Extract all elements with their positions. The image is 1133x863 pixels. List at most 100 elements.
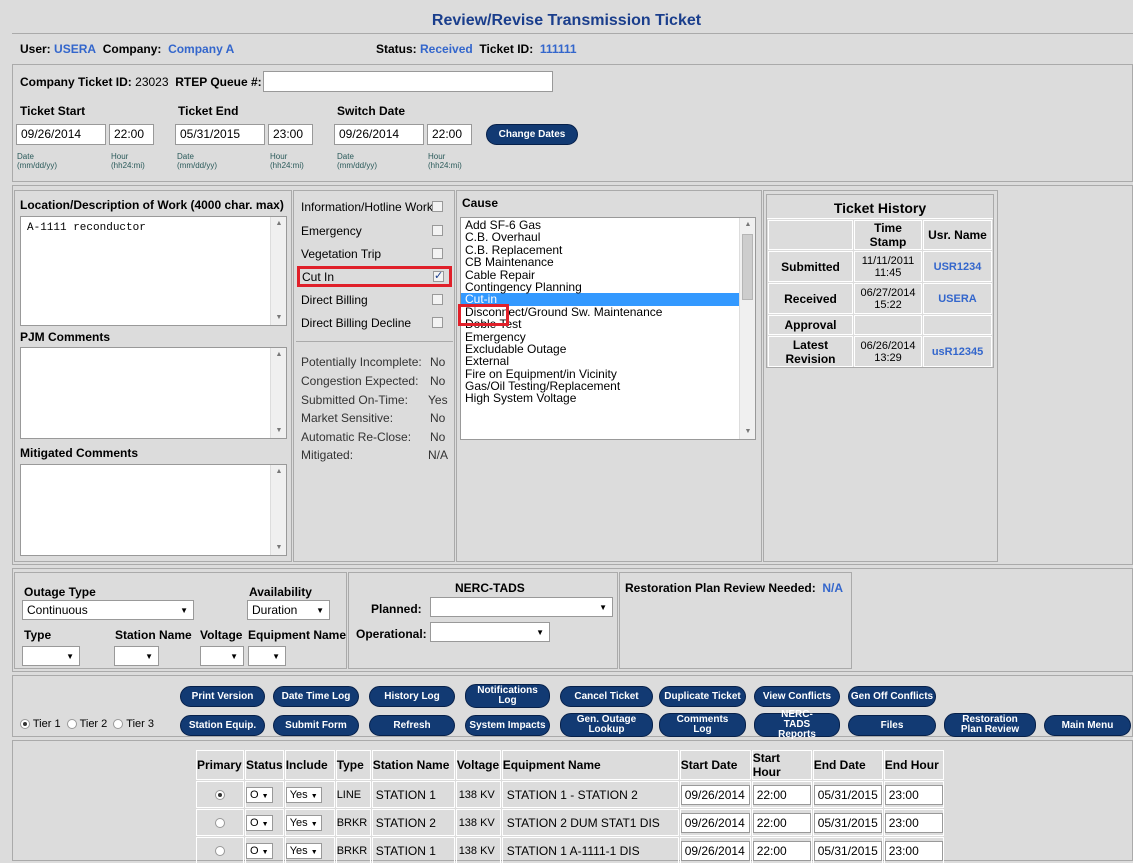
rtep-queue-input[interactable]	[263, 71, 553, 92]
status-select[interactable]: O ▼	[246, 842, 273, 859]
status-row: Automatic Re-Close: No	[301, 430, 451, 444]
status-select[interactable]: O ▼	[246, 814, 273, 831]
notifications-log-button[interactable]: Notifications Log	[465, 684, 550, 708]
start-date-input[interactable]: 09/26/2014	[680, 812, 750, 833]
start-date-input[interactable]: 09/26/2014	[680, 840, 750, 861]
chevron-down-icon: ▼	[261, 848, 269, 856]
hint-date-fmt: (mm/dd/yy)	[337, 161, 377, 170]
date-time-log-button[interactable]: Date Time Log	[273, 686, 359, 707]
primary-radio[interactable]	[215, 846, 225, 857]
primary-radio[interactable]	[215, 818, 225, 829]
end-hour-input[interactable]: 23:00	[884, 812, 943, 833]
gen-off-conflicts-button[interactable]: Gen Off Conflicts	[848, 686, 936, 707]
start-date-hint: Date (mm/dd/yy)	[17, 152, 57, 170]
end-hour-input[interactable]: 23:00	[884, 840, 943, 861]
cause-item[interactable]: Contingency Planning	[461, 281, 755, 294]
start-date-input[interactable]: 09/26/2014	[680, 784, 750, 805]
operational-label: Operational:	[356, 627, 427, 641]
cause-scrollbar[interactable]: ▲ ▼	[739, 218, 755, 439]
include-select[interactable]: Yes ▼	[285, 814, 322, 831]
flag-vegetation-trip[interactable]: Vegetation Trip	[301, 247, 451, 261]
col-station: Station Name	[371, 750, 455, 780]
flag-checkbox[interactable]	[432, 248, 443, 259]
voltage-select[interactable]: ▼	[200, 646, 244, 666]
ticket-start-hour-input[interactable]: 22:00	[109, 124, 154, 145]
ticket-start-date-input[interactable]: 09/26/2014	[16, 124, 106, 145]
cause-item[interactable]: C.B. Overhaul	[461, 231, 755, 244]
mitigated-scrollbar[interactable]: ▲ ▼	[270, 465, 286, 555]
availability-select[interactable]: Duration ▼	[247, 600, 330, 620]
print-version-button[interactable]: Print Version	[180, 686, 265, 707]
flag-checkbox[interactable]	[433, 269, 444, 282]
station-select[interactable]: ▼	[114, 646, 159, 666]
cause-item[interactable]: CB Maintenance	[461, 256, 755, 269]
hint-hour: Hour	[111, 152, 129, 161]
primary-radio[interactable]	[215, 790, 225, 801]
col-status: Status	[245, 750, 284, 780]
station-name-label: Station Name	[115, 628, 192, 642]
mitigated-comments-textarea[interactable]: ▲ ▼	[20, 464, 287, 556]
start-hour-input[interactable]: 22:00	[752, 812, 811, 833]
history-col-user: Usr. Name	[923, 220, 992, 250]
cause-item[interactable]: High System Voltage	[461, 392, 755, 405]
location-scrollbar[interactable]: ▲ ▼	[270, 217, 286, 325]
end-date-input[interactable]: 05/31/2015	[813, 840, 882, 861]
end-date-input[interactable]: 05/31/2015	[813, 784, 882, 805]
cancel-ticket-button[interactable]: Cancel Ticket	[560, 686, 653, 707]
outage-type-select[interactable]: Continuous ▼	[22, 600, 194, 620]
flag-direct-billing-decline[interactable]: Direct Billing Decline	[301, 316, 451, 330]
tier3-radio[interactable]	[113, 719, 124, 730]
flag-checkbox[interactable]	[432, 225, 443, 236]
flag-checkbox[interactable]	[432, 317, 443, 328]
end-date-input[interactable]: 05/31/2015	[813, 812, 882, 833]
nerc-tads-reports-button[interactable]: NERC-TADS Reports	[754, 710, 840, 740]
comments-log-button[interactable]: Comments Log	[659, 713, 746, 737]
history-row: Latest Revision 06/26/2014 13:29 usR12345	[768, 336, 992, 367]
pjm-scrollbar[interactable]: ▲ ▼	[270, 348, 286, 438]
refresh-button[interactable]: Refresh	[369, 715, 455, 736]
flag-label: Emergency	[301, 224, 362, 238]
restoration-plan-review-button[interactable]: Restoration Plan Review	[944, 713, 1036, 737]
flag-checkbox[interactable]	[432, 294, 443, 305]
location-textarea[interactable]: A-1111 reconductor ▲ ▼	[20, 216, 287, 326]
operational-select[interactable]: ▼	[430, 622, 550, 642]
pjm-comments-textarea[interactable]: ▲ ▼	[20, 347, 287, 439]
type-select[interactable]: ▼	[22, 646, 80, 666]
files-button[interactable]: Files	[848, 715, 936, 736]
tier1-label: Tier 1	[32, 718, 61, 730]
ticket-end-date-input[interactable]: 05/31/2015	[175, 124, 265, 145]
equipment-select[interactable]: ▼	[248, 646, 286, 666]
switch-date-input[interactable]: 09/26/2014	[334, 124, 424, 145]
start-hour-input[interactable]: 22:00	[752, 784, 811, 805]
include-select[interactable]: Yes ▼	[285, 786, 322, 803]
history-log-button[interactable]: History Log	[369, 686, 455, 707]
cause-listbox[interactable]: Add SF-6 Gas C.B. Overhaul C.B. Replacem…	[460, 217, 756, 440]
flag-checkbox[interactable]	[432, 201, 443, 212]
tier2-radio[interactable]	[66, 719, 77, 730]
ticket-start-label: Ticket Start	[20, 104, 86, 118]
duplicate-ticket-button[interactable]: Duplicate Ticket	[659, 686, 746, 707]
ticket-end-hour-input[interactable]: 23:00	[268, 124, 313, 145]
station-cell: STATION 1	[371, 837, 455, 863]
flag-emergency[interactable]: Emergency	[301, 224, 451, 238]
flag-direct-billing[interactable]: Direct Billing	[301, 293, 451, 307]
status-select[interactable]: O ▼	[246, 786, 273, 803]
status-row-value: Yes	[428, 393, 448, 407]
change-dates-button[interactable]: Change Dates	[486, 124, 578, 145]
planned-select[interactable]: ▼	[430, 597, 613, 617]
view-conflicts-button[interactable]: View Conflicts	[754, 686, 840, 707]
include-select[interactable]: Yes ▼	[285, 842, 322, 859]
company-value: Company A	[168, 42, 235, 56]
end-hour-input[interactable]: 23:00	[884, 784, 943, 805]
start-hour-input[interactable]: 22:00	[752, 840, 811, 861]
cause-item[interactable]: External	[461, 355, 755, 368]
submit-form-button[interactable]: Submit Form	[273, 715, 359, 736]
switch-hour-input[interactable]: 22:00	[427, 124, 472, 145]
main-menu-button[interactable]: Main Menu	[1044, 715, 1131, 736]
station-equip-button[interactable]: Station Equip.	[180, 715, 265, 736]
system-impacts-button[interactable]: System Impacts	[465, 715, 550, 736]
gen-outage-lookup-button[interactable]: Gen. Outage Lookup	[560, 713, 653, 737]
tier1-radio[interactable]	[20, 719, 30, 730]
flag-info-hotline[interactable]: Information/Hotline Work	[301, 200, 451, 214]
flag-cut-in[interactable]: Cut In	[297, 266, 452, 287]
